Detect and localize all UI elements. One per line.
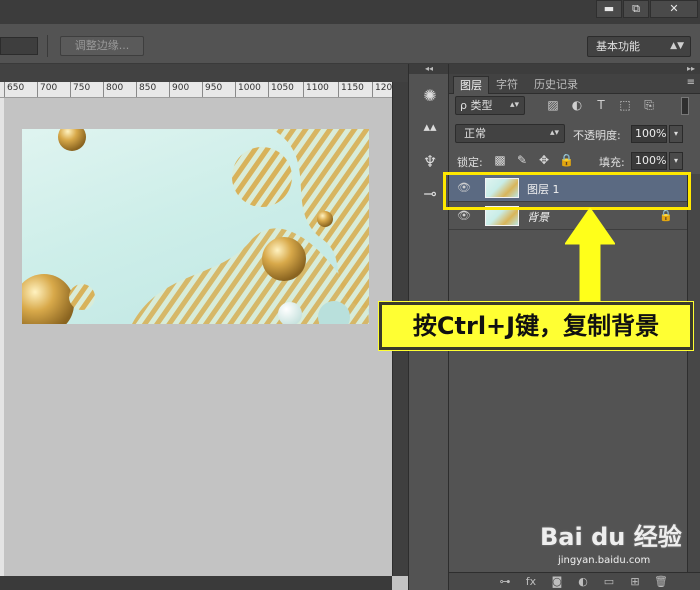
blend-mode-select[interactable]: 正常 ▴▾ [455,124,565,143]
collapse-dock-button[interactable]: ◂◂ [409,64,449,74]
watermark-logo-text: Bai du 经验 [540,523,682,551]
tab-history[interactable]: 历史记录 [528,76,584,94]
type-filter-icon[interactable]: T [593,97,609,113]
layer-name: 背景 [527,211,549,224]
instruction-callout: 按Ctrl+J键，复制背景 [379,302,693,350]
document-tab-strip [0,64,408,82]
abstract-gold-spheres-image [22,129,369,324]
lock-all-icon[interactable]: 🔒 [559,153,574,167]
ruler-tick: 700 [37,82,57,97]
lock-icon: 🔒 [659,209,673,222]
ruler-tick: 850 [136,82,156,97]
fill-label: 填充: [599,156,625,169]
ruler-tick: 950 [202,82,222,97]
ruler-tick: 1050 [268,82,294,97]
link-layers-icon[interactable]: ⊶ [497,574,513,590]
opacity-input[interactable]: 100% [631,125,667,143]
panel-tabs: 图层 字符 历史记录 ≡ [449,74,700,94]
tab-layers[interactable]: 图层 [453,76,489,94]
blend-mode-label: 正常 [464,127,486,140]
horizontal-scrollbar[interactable] [0,576,392,590]
ruler-tick: 1200 [372,82,392,97]
visibility-eye-icon[interactable]: 👁 [457,209,473,223]
horizontal-ruler: 650 700 750 800 850 900 950 1000 1050 11… [0,82,392,98]
chevron-down-icon: ▲▼ [670,41,684,51]
fill-input[interactable]: 100% [631,152,667,170]
adjust-icon[interactable]: ⊸ [417,182,443,206]
baidu-jingyan-watermark: Bai du 经验 jingyan.baidu.com [540,517,690,577]
watermark-url: jingyan.baidu.com [558,555,651,566]
document-canvas[interactable] [22,129,369,324]
close-button[interactable]: ✕ [650,0,698,18]
navigator-icon[interactable]: ✺ [417,84,443,108]
options-separator [47,35,48,57]
options-bar: 调整边缘... 基本功能 ▲▼ [0,24,700,64]
ruler-tick: 800 [103,82,123,97]
layer-filter-select[interactable]: ρ 类型 ▴▾ [455,96,525,115]
layers-scrollbar[interactable] [687,174,700,574]
lock-pixels-icon[interactable]: ✎ [515,153,529,167]
smart-object-filter-icon[interactable]: ⎘ [641,97,657,113]
chevron-down-icon: ▴▾ [509,100,519,110]
lock-label: 锁定: [457,156,483,169]
workspace-select[interactable]: 基本功能 ▲▼ [587,36,691,57]
arrow-up-icon [565,208,615,302]
filter-label: ρ 类型 [460,99,493,112]
brush-presets-icon[interactable]: ♆ [417,150,443,174]
restore-button[interactable]: ⧉ [623,0,649,18]
ruler-tick: 1100 [303,82,329,97]
ruler-tick: 750 [70,82,90,97]
histogram-icon[interactable]: ▴▴ [417,116,443,140]
chevron-down-icon: ▴▾ [549,128,559,138]
layer-style-icon[interactable]: fx [523,574,539,590]
title-bar: ▬ ⧉ ✕ [0,0,700,24]
document-area: 650 700 750 800 850 900 950 1000 1050 11… [0,64,408,590]
filter-toggle[interactable] [681,97,689,115]
shape-filter-icon[interactable]: ⬚ [617,97,633,113]
photoshop-window: ▬ ⧉ ✕ 调整边缘... 基本功能 ▲▼ 650 700 750 800 85… [0,0,700,590]
ruler-tick: 650 [4,82,24,97]
pixel-filter-icon[interactable]: ▨ [545,97,561,113]
opacity-dropdown[interactable]: ▾ [669,125,683,143]
workspace-label: 基本功能 [596,40,640,53]
ruler-tick: 1000 [235,82,261,97]
ruler-tick: 1150 [338,82,364,97]
refine-edge-button[interactable]: 调整边缘... [60,36,144,56]
adjustment-filter-icon[interactable]: ◐ [569,97,585,113]
panel-menu-icon[interactable]: ≡ [687,77,695,88]
options-field[interactable] [0,37,38,55]
ruler-tick: 900 [169,82,189,97]
lock-transparent-icon[interactable]: ▩ [493,153,507,167]
opacity-label: 不透明度: [573,129,621,142]
lock-position-icon[interactable]: ✥ [537,153,551,167]
fill-dropdown[interactable]: ▾ [669,152,683,170]
tab-character[interactable]: 字符 [490,76,524,94]
vertical-ruler [0,98,4,578]
selected-layer-highlight [443,172,691,210]
minimize-button[interactable]: ▬ [596,0,622,18]
expand-dock-button[interactable]: ▸▸ [449,64,700,74]
